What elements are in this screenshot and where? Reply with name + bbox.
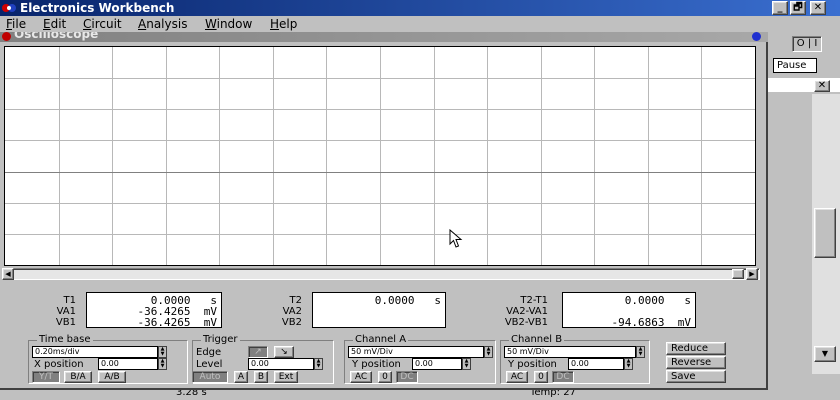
label-t1: T1 (63, 295, 76, 306)
reduce-button[interactable]: Reduce (666, 342, 726, 355)
label-va2: VA2 (282, 306, 302, 317)
label-va1: VA1 (56, 306, 76, 317)
readout-delta-box: 0.0000 s -94.6863 mV (562, 292, 696, 328)
menu-analysis-key: A (138, 17, 147, 31)
menu-help[interactable]: Help (270, 17, 297, 31)
label-t2: T2 (289, 295, 302, 306)
trigger-auto-button[interactable]: Auto (192, 371, 228, 383)
menu-circuit[interactable]: Circuit (83, 17, 122, 31)
trigger-b-button[interactable]: B (254, 371, 268, 383)
circuit-vertical-scroll-thumb[interactable] (814, 208, 836, 258)
save-button[interactable]: Save (666, 370, 726, 383)
channel-b-ypos-label: Y position (508, 359, 557, 370)
circuit-close-button[interactable]: ✕ (814, 80, 830, 92)
scroll-right-button[interactable]: ▶ (746, 268, 758, 280)
channel-a-zero-button[interactable]: 0 (378, 371, 392, 383)
screen-horizontal-scrollbar[interactable] (2, 268, 760, 280)
channel-a-ypos-input[interactable]: 0.00 (412, 358, 462, 370)
electronics-workbench-logo-icon (2, 4, 16, 12)
menu-window-rest: indow (216, 17, 253, 31)
timebase-title: Time base (37, 334, 93, 345)
timebase-xpos-label: X position (34, 359, 84, 370)
channel-a-scale-spinner[interactable]: ▲ ▼ (484, 346, 493, 358)
menu-edit-key: E (43, 17, 51, 31)
label-vb1: VB1 (55, 317, 76, 328)
channel-a-title: Channel A (353, 334, 409, 345)
trigger-ext-button[interactable]: Ext (274, 371, 298, 383)
menu-edit[interactable]: Edit (43, 17, 66, 31)
menu-analysis-rest: nalysis (146, 17, 188, 31)
app-title: Electronics Workbench (20, 1, 175, 15)
readout-t2-box: 0.0000 s (312, 292, 446, 328)
channel-a-ac-button[interactable]: AC (350, 371, 372, 383)
menu-window-key: W (205, 17, 217, 31)
trigger-a-button[interactable]: A (234, 371, 248, 383)
readout-vb2-vb1: -94.6863 mV (611, 316, 691, 329)
trigger-level-spinner[interactable]: ▲ ▼ (314, 358, 323, 370)
readout-t2: 0.0000 s (374, 294, 441, 307)
channel-b-ac-button[interactable]: AC (506, 371, 528, 383)
scroll-left-button[interactable]: ◀ (2, 268, 14, 280)
oscilloscope-screen (4, 46, 756, 266)
restore-button[interactable]: 🗗 (790, 1, 806, 15)
timebase-xpos-input[interactable]: 0.00 (98, 358, 158, 370)
oscilloscope-title: Oscilloscope (14, 32, 99, 41)
trigger-falling-edge-button[interactable]: ↘ (274, 346, 294, 358)
menu-circuit-rest: ircuit (91, 17, 122, 31)
readout-t1-box: 0.0000 s -36.4265 mV -36.4265 mV (86, 292, 222, 328)
channel-b-scale-spinner[interactable]: ▲ ▼ (636, 346, 645, 358)
channel-b-title: Channel B (509, 334, 565, 345)
menu-edit-rest: dit (50, 17, 67, 31)
label-t2-t1: T2-T1 (520, 295, 548, 306)
timebase-spinner[interactable]: ▲ ▼ (158, 346, 167, 358)
trigger-title: Trigger (201, 334, 240, 345)
readout-vb1: -36.4265 mV (137, 316, 217, 329)
oscilloscope-window: Oscilloscope ◀ ▶ T1 VA1 VB1 0.0000 s -36… (0, 32, 768, 390)
label-va2-va1: VA2-VA1 (506, 306, 548, 317)
oscilloscope-title-bar[interactable]: Oscilloscope (0, 32, 768, 42)
channel-b-ypos-input[interactable]: 0.00 (568, 358, 624, 370)
mode-ab-button[interactable]: A/B (98, 371, 126, 383)
reverse-button[interactable]: Reverse (666, 356, 726, 369)
circuit-scroll-down-button[interactable]: ▼ (814, 346, 836, 362)
channel-a-scale-select[interactable]: 50 mV/Div (348, 346, 484, 358)
channel-a-dc-button[interactable]: DC (396, 371, 418, 383)
trigger-level-input[interactable]: 0.00 (248, 358, 314, 370)
timebase-xpos-spinner[interactable]: ▲ ▼ (158, 358, 167, 370)
channel-b-ypos-spinner[interactable]: ▲ ▼ (624, 358, 633, 370)
app-title-bar: Electronics Workbench _ 🗗 ✕ (0, 0, 840, 16)
minimize-button[interactable]: _ (772, 1, 788, 15)
menu-file[interactable]: File (6, 17, 26, 31)
label-vb2-vb1: VB2-VB1 (504, 317, 548, 328)
menu-bar: File Edit Circuit Analysis Window Help (0, 16, 840, 32)
oscilloscope-grid (5, 47, 755, 265)
cursor-1-marker-icon[interactable] (2, 32, 11, 41)
mouse-pointer-icon (449, 229, 463, 248)
trigger-rising-edge-button[interactable]: ↗ (248, 346, 268, 358)
screen-scroll-thumb[interactable] (732, 269, 744, 279)
cursor-2-marker-icon[interactable] (752, 32, 761, 41)
close-button[interactable]: ✕ (810, 1, 826, 15)
channel-a-ypos-spinner[interactable]: ▲ ▼ (462, 358, 471, 370)
menu-help-rest: elp (279, 17, 298, 31)
status-bar: 3.28 s Temp: 27 (0, 387, 840, 400)
menu-file-rest: ile (12, 17, 27, 31)
readout-t2-t1: 0.0000 s (624, 294, 691, 307)
menu-help-key: H (270, 17, 280, 31)
menu-window[interactable]: Window (205, 17, 252, 31)
channel-a-ypos-label: Y position (352, 359, 401, 370)
pause-button[interactable]: Pause (773, 58, 817, 73)
mode-ba-button[interactable]: B/A (64, 371, 92, 383)
timebase-select[interactable]: 0.20ms/div (32, 346, 158, 358)
mode-yt-button[interactable]: Y/T (32, 371, 60, 383)
channel-b-dc-button[interactable]: DC (552, 371, 574, 383)
power-switch[interactable]: O | I (792, 36, 822, 52)
channel-b-scale-select[interactable]: 50 mV/Div (504, 346, 636, 358)
channel-b-zero-button[interactable]: 0 (534, 371, 548, 383)
trigger-edge-label: Edge (196, 347, 222, 358)
label-vb2: VB2 (281, 317, 302, 328)
menu-analysis[interactable]: Analysis (138, 17, 187, 31)
trigger-level-label: Level (196, 359, 223, 370)
